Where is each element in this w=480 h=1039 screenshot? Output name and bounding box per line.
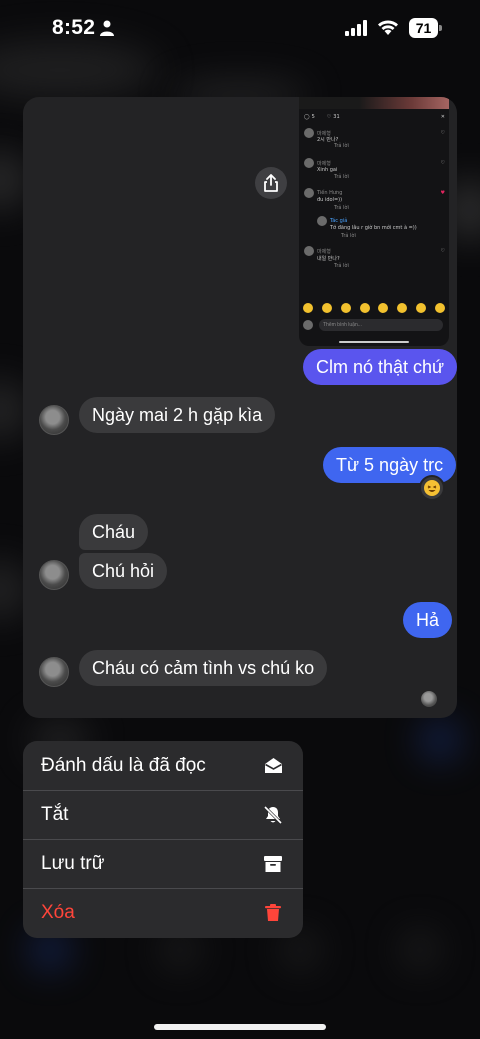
menu-item-label: Xóa [41,902,75,923]
avatar [303,320,313,330]
menu-item-label: Đánh dấu là đã đọc [41,754,206,776]
message-bubble-incoming[interactable]: Cháu [79,514,149,550]
mark-as-read-item[interactable]: Đánh dấu là đã đọc [23,741,303,790]
contact-avatar [39,405,69,435]
delete-item[interactable]: Xóa [23,888,303,937]
comment-text: Tớ đăng lâu r giờ bn mới cmt à =)) [330,225,417,231]
seen-indicator-avatar [421,691,437,707]
shared-post-thumbnail[interactable]: ◯ 5 ♡ 31 ✕ 마제형 ♡ 2시 만나? Trả lời 마제형 ♡ Xinh… [299,97,449,346]
contact-avatar [39,560,69,590]
conversation-preview[interactable]: ◯ 5 ♡ 31 ✕ 마제형 ♡ 2시 만나? Trả lời 마제형 ♡ Xinh… [23,97,457,718]
status-time: 8:52 [52,16,96,39]
heart-icon: ♡ [326,114,332,120]
contact-avatar [39,657,69,687]
signal-icon [345,20,367,36]
message-bubble-incoming[interactable]: Cháu có cảm tình vs chú ko [79,650,328,686]
trash-icon [263,903,283,923]
share-icon [264,174,278,192]
reply-link: Trả lời [341,233,356,239]
laughing-face-icon [424,480,440,496]
reply-link: Trả lời [334,174,349,180]
menu-item-label: Lưu trữ [41,853,105,874]
wifi-icon [378,20,398,35]
comment-input: Thêm bình luận... [319,319,443,331]
menu-item-label: Tắt [41,804,69,825]
message-bubble-outgoing[interactable]: Clm nó thật chứ [303,349,457,385]
comment-text: đu idol=)) [317,197,343,203]
mute-item[interactable]: Tắt [23,790,303,839]
like-count: 31 [333,114,340,120]
reaction-emoji[interactable] [419,475,445,501]
reply-link: Trả lời [334,205,349,211]
battery-level: 71 [409,18,438,38]
context-menu: Đánh dấu là đã đọc Tắt Lưu trữ Xóa [23,741,303,938]
archive-item[interactable]: Lưu trữ [23,839,303,888]
close-icon: ✕ [440,114,445,120]
archive-box-icon [263,854,283,874]
status-bar: 8:52 71 [0,0,480,58]
comment-text: 내일 만나? [317,255,340,262]
home-indicator[interactable] [154,1024,326,1030]
comment-count-icon: ◯ [304,114,310,120]
bell-slash-icon [263,805,283,825]
share-button[interactable] [255,167,287,199]
emoji-bar [303,303,445,313]
message-bubble-incoming[interactable]: Chú hỏi [79,553,168,589]
reply-link: Trả lời [334,143,349,149]
comment-count: 5 [311,114,315,120]
person-icon [100,20,114,36]
envelope-open-icon [263,756,283,776]
battery-icon: 71 [409,18,443,38]
message-bubble-outgoing[interactable]: Hả [403,602,453,638]
message-bubble-incoming[interactable]: Ngày mai 2 h gặp kìa [79,397,276,433]
reply-link: Trả lời [334,263,349,269]
